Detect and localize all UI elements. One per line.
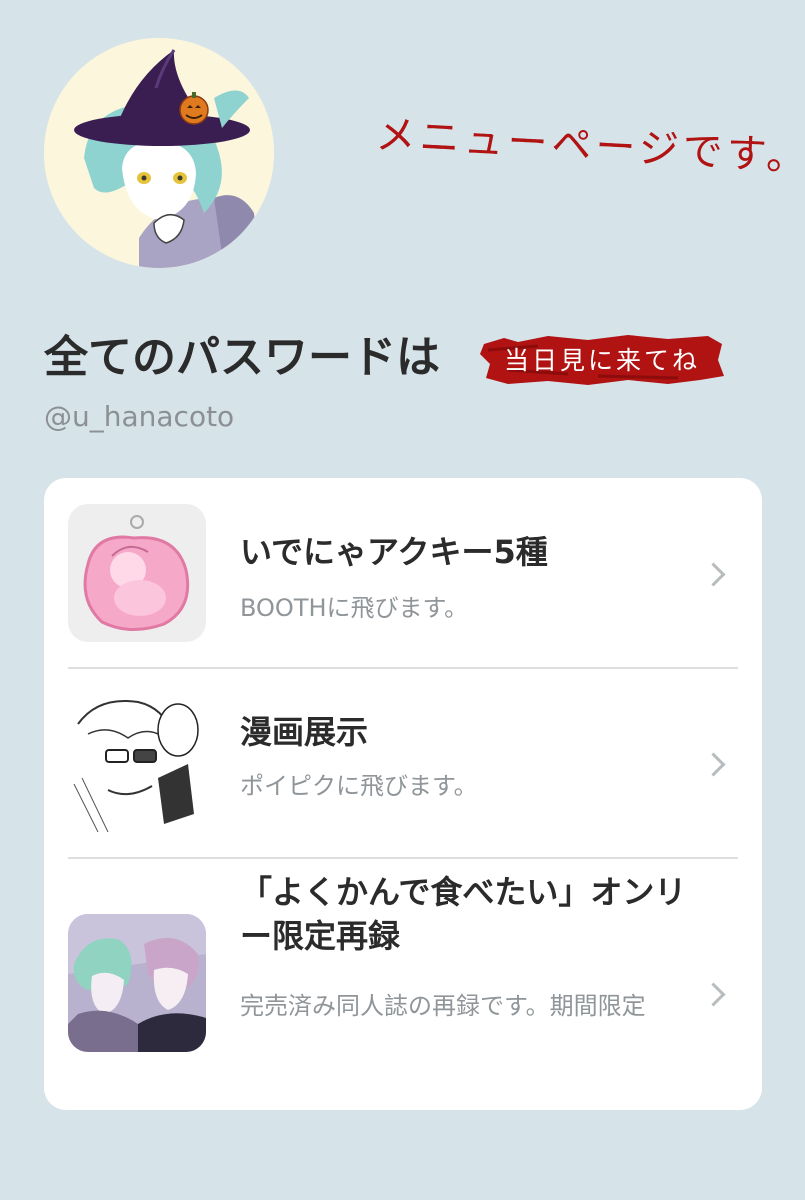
acrylic-keychain-thumbnail	[68, 504, 206, 642]
link-subtitle: 完売済み同人誌の再録です。期間限定	[240, 992, 646, 1020]
link-row[interactable]: 「よくかんで食べたい」オンリー限定再録 完売済み同人誌の再録です。期間限定	[44, 858, 762, 1110]
link-title: 「よくかんで食べたい」オンリー限定再録	[240, 873, 687, 955]
password-tag: 当日見に来てね	[478, 330, 726, 388]
user-handle: @u_hanacoto	[44, 400, 235, 433]
note-text: メニューページです。	[374, 112, 805, 181]
link-subtitle: BOOTHに飛びます。	[240, 594, 469, 622]
link-subtitle: ポイピクに飛びます。	[240, 772, 478, 800]
chevron-right-icon	[701, 562, 726, 587]
link-title: 漫画展示	[240, 713, 369, 751]
tag-text: 当日見に来てね	[503, 346, 700, 375]
link-title: いでにゃアクキー5種	[240, 533, 548, 571]
profile-title: 全てのパスワードは	[44, 332, 440, 383]
profile-avatar	[44, 38, 274, 268]
link-row[interactable]: いでにゃアクキー5種 BOOTHに飛びます。	[44, 478, 762, 668]
avatar-illustration-icon	[44, 38, 274, 268]
comic-cover-thumbnail	[68, 914, 206, 1052]
manga-page-thumbnail	[68, 694, 206, 832]
link-row[interactable]: 漫画展示 ポイピクに飛びます。	[44, 668, 762, 858]
link-card: いでにゃアクキー5種 BOOTHに飛びます。 漫画展示 ポイピクに飛びます。 「…	[44, 478, 762, 1110]
handwritten-note: メニューページです。	[374, 96, 805, 181]
